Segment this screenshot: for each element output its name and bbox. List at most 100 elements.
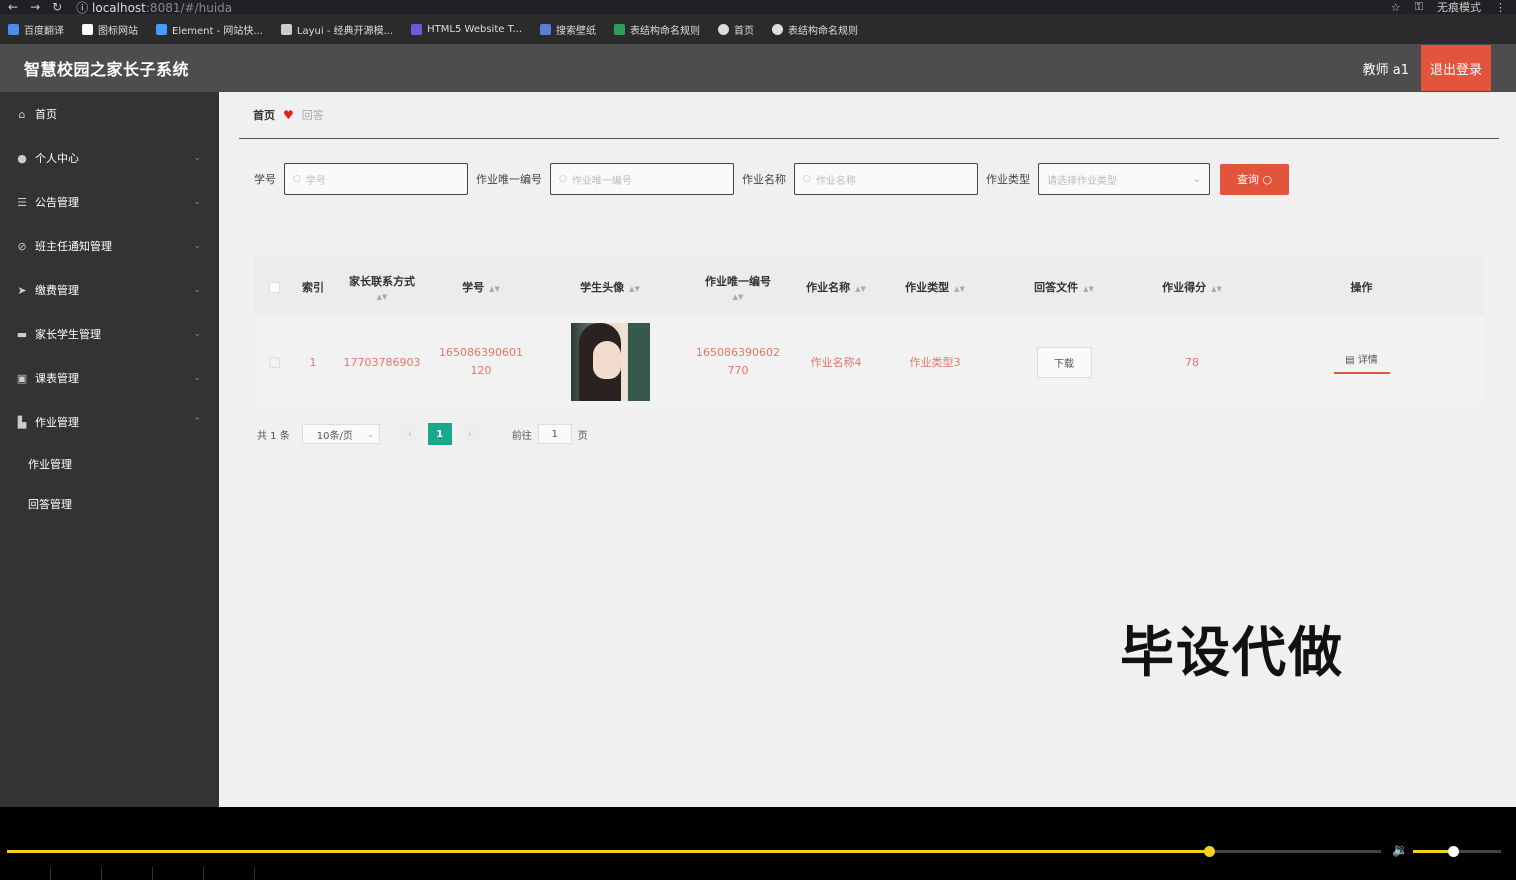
table-row: 1 17703786903 165086390601 120 165086390… — [254, 317, 1483, 407]
homework-type-label: 作业类型 — [986, 173, 1030, 186]
star-icon[interactable]: ☆ — [1391, 1, 1401, 14]
video-player-bar: 🔉 — [0, 807, 1516, 880]
col-avatar[interactable]: 学生头像 ▲▼ — [530, 279, 690, 295]
student-no-label: 学号 — [254, 173, 276, 186]
sort-icon: ▲▼ — [1211, 285, 1222, 293]
progress-fill — [7, 850, 1210, 853]
list-icon: ☰ — [17, 195, 27, 209]
goto-page-input[interactable]: 1 — [537, 424, 572, 444]
breadcrumb-current: 回答 — [301, 109, 324, 122]
incognito-label[interactable]: 无痕模式 — [1437, 0, 1481, 15]
sidebar-subitem-answers[interactable]: 回答管理 — [0, 484, 219, 524]
sort-icon: ▲▼ — [629, 285, 640, 293]
col-parent-phone[interactable]: 家长联系方式 ▲▼ — [332, 273, 432, 301]
bookmark-icon — [8, 23, 19, 35]
bookmark[interactable]: HTML5 Website T... — [411, 23, 522, 35]
col-homework-no[interactable]: 作业唯一编号 ▲▼ — [690, 273, 786, 301]
row-file-cell: 下载 — [984, 346, 1144, 378]
col-actions: 操作 — [1350, 281, 1373, 294]
col-index: 索引 — [302, 281, 324, 294]
next-page-button[interactable]: › — [457, 423, 482, 445]
bookmark[interactable]: Element - 网站快... — [156, 22, 263, 37]
sidebar-item-timetable[interactable]: ▣ 课表管理 ⌄ — [0, 356, 219, 400]
monitor-icon: ▬ — [16, 327, 28, 341]
url-host: localhost — [92, 0, 146, 15]
sidebar-item-label: 公告管理 — [35, 196, 79, 209]
select-all-checkbox[interactable] — [254, 281, 294, 293]
breadcrumb-home[interactable]: 首页 — [253, 107, 275, 123]
row-student-no: 165086390601 120 — [439, 346, 523, 377]
sidebar-item-announcements[interactable]: ☰ 公告管理 ⌄ — [0, 180, 219, 224]
detail-button[interactable]: ▤ 详情 — [1333, 351, 1390, 374]
sidebar: ⌂ 首页 ● 个人中心 ⌄ ☰ 公告管理 ⌄ ⊘ 班主任通知管理 ⌄ ➤ 缴费管… — [0, 92, 219, 807]
heart-icon: ♥ — [283, 108, 294, 122]
user-name: 教师 a1 — [1362, 62, 1409, 78]
search-icon: ○ — [293, 174, 301, 184]
volume-icon[interactable]: 🔉 — [1392, 843, 1408, 858]
reload-icon[interactable]: ↻ — [52, 0, 62, 14]
row-index: 1 — [309, 355, 317, 369]
query-button[interactable]: 查询 ○ — [1220, 163, 1289, 195]
browser-toolbar: ← → ↻ ⓘ localhost:8081/#/huida ☆ ⚿ 无痕模式 … — [0, 0, 1516, 15]
menu-icon[interactable]: ⋮ — [1495, 1, 1506, 14]
folder-icon: ▙ — [17, 415, 27, 429]
prev-page-button[interactable]: ‹ — [397, 423, 422, 445]
bookmark[interactable]: 图标网站 — [82, 22, 138, 37]
row-avatar-cell — [530, 323, 690, 401]
bookmark[interactable]: 表结构命名规则 — [614, 22, 700, 37]
sidebar-item-homework[interactable]: ▙ 作业管理 ⌃ — [0, 400, 219, 444]
col-answer-file[interactable]: 回答文件 ▲▼ — [984, 279, 1144, 295]
sidebar-item-parent-student[interactable]: ▬ 家长学生管理 ⌄ — [0, 312, 219, 356]
col-homework-type[interactable]: 作业类型 ▲▼ — [886, 279, 984, 295]
breadcrumb: 首页 ♥ 回答 — [239, 92, 1499, 139]
total-count: 共 1 条 — [257, 430, 290, 442]
col-score[interactable]: 作业得分 ▲▼ — [1144, 279, 1240, 295]
bookmark-icon — [718, 23, 730, 35]
row-checkbox[interactable] — [254, 356, 294, 368]
search-icon: ○ — [1262, 172, 1273, 186]
bookmark[interactable]: 百度翻译 — [8, 22, 64, 37]
bookmark[interactable]: 搜索壁纸 — [540, 22, 596, 37]
sidebar-item-profile[interactable]: ● 个人中心 ⌄ — [0, 136, 219, 180]
progress-track[interactable] — [7, 846, 1381, 857]
homework-no-input[interactable]: ○ 作业唯一编号 — [550, 163, 734, 195]
forward-icon[interactable]: → — [30, 0, 40, 14]
back-icon[interactable]: ← — [8, 0, 18, 14]
sidebar-item-label: 个人中心 — [35, 152, 79, 165]
logout-button[interactable]: 退出登录 — [1421, 45, 1491, 91]
student-no-input[interactable]: ○ 学号 — [284, 163, 468, 195]
key-icon[interactable]: ⚿ — [1415, 0, 1423, 14]
chevron-down-icon: ⌄ — [1192, 173, 1201, 185]
top-navbar: 智慧校园之家长子系统 教师 a1 退出登录 — [0, 44, 1516, 92]
sidebar-item-label: 家长学生管理 — [35, 328, 101, 341]
page-size-select[interactable]: 10条/页 ⌄ — [301, 424, 380, 444]
sidebar-item-home[interactable]: ⌂ 首页 — [0, 92, 219, 136]
row-homework-name: 作业名称4 — [810, 356, 862, 369]
pagination: 共 1 条 10条/页 ⌄ ‹ 1 › 前往 1 页 — [257, 423, 588, 445]
row-homework-type: 作业类型3 — [909, 356, 961, 369]
search-icon: ○ — [559, 174, 567, 184]
progress-handle[interactable] — [1204, 846, 1216, 857]
chevron-down-icon: ⌄ — [193, 285, 201, 295]
student-avatar-image[interactable] — [570, 323, 650, 401]
sort-icon: ▲▼ — [732, 293, 744, 301]
sidebar-subitem-homework[interactable]: 作业管理 — [0, 444, 219, 484]
sidebar-item-payment[interactable]: ➤ 缴费管理 ⌄ — [0, 268, 219, 312]
sort-icon: ▲▼ — [376, 293, 388, 301]
col-homework-name[interactable]: 作业名称 ▲▼ — [786, 279, 886, 295]
goto-label: 前往 — [511, 430, 532, 442]
sidebar-item-teacher-notice[interactable]: ⊘ 班主任通知管理 ⌄ — [0, 224, 219, 268]
volume-handle[interactable] — [1447, 846, 1459, 857]
chevron-up-icon: ⌃ — [193, 417, 201, 427]
col-student-no[interactable]: 学号 ▲▼ — [432, 279, 530, 295]
download-button[interactable]: 下载 — [1036, 346, 1092, 378]
answers-table: 索引 家长联系方式 ▲▼ 学号 ▲▼ 学生头像 ▲▼ 作业唯一编号 ▲▼ 作业名称 ▲▼ … — [254, 257, 1483, 407]
homework-type-select[interactable]: 请选择作业类型 ⌄ — [1038, 163, 1210, 195]
bookmark[interactable]: Layui - 经典开源模... — [280, 22, 393, 37]
bookmark[interactable]: 表结构命名规则 — [772, 22, 858, 37]
bookmark[interactable]: 首页 — [718, 22, 754, 37]
volume-fill — [1413, 850, 1453, 853]
volume-slider[interactable] — [1413, 846, 1501, 857]
page-number-current[interactable]: 1 — [427, 423, 452, 445]
homework-name-input[interactable]: ○ 作业名称 — [794, 163, 978, 195]
